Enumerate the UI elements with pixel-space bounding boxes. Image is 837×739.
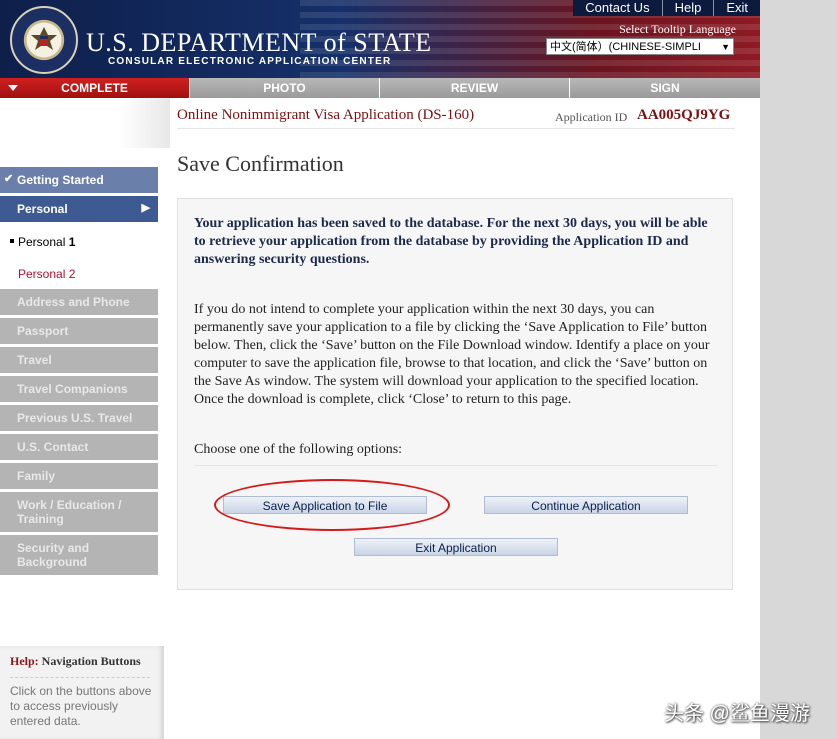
contact-us-link[interactable]: Contact Us [573,0,661,16]
sidebar-subitem-personal-1[interactable]: Personal 1 [0,225,158,257]
title-divider [177,128,735,129]
site-header: U.S. DEPARTMENT of STATE CONSULAR ELECTR… [0,0,760,78]
sidebar-item-number: 1 [68,235,76,249]
step-review: REVIEW [380,78,570,98]
application-title: Online Nonimmigrant Visa Application (DS… [177,107,475,123]
options-divider [194,465,718,466]
step-photo: PHOTO [190,78,380,98]
sidebar-item-label: Personal [18,235,66,249]
application-id: AA005QJ9YG [637,107,731,123]
sidebar-item-label: Personal [17,202,68,216]
department-title: U.S. DEPARTMENT of STATE [86,28,432,57]
step-sign: SIGN [570,78,760,98]
sidebar-item-previous-us-travel: Previous U.S. Travel [0,405,158,434]
sidebar-item-family: Family [0,463,158,492]
saved-message: Your application has been saved to the d… [194,216,708,267]
sidebar-subitem-personal-2[interactable]: Personal 2 [0,257,158,289]
chevron-right-icon: ▶ [141,202,150,214]
sidebar-nav: ✔ Getting Started Personal ▶ Personal 1 … [0,167,158,578]
exit-application-button[interactable]: Exit Application [354,538,558,556]
progress-steps: COMPLETE PHOTO REVIEW SIGN [0,78,760,98]
help-text: Click on the buttons above to access pre… [10,684,152,728]
sidebar-item-label: Getting Started [17,173,104,187]
sidebar-item-travel: Travel [0,347,158,376]
page-title: Save Confirmation [177,151,344,176]
application-id-label: Application ID [555,110,628,124]
watermark-text: 头条 @鲨鱼漫游 [664,703,810,725]
tooltip-language-label: Select Tooltip Language [619,22,736,36]
help-topic: Navigation Buttons [41,654,141,668]
department-subtitle: CONSULAR ELECTRONIC APPLICATION CENTER [108,56,392,67]
help-heading: Help: Navigation Buttons [0,646,164,669]
help-label: Help: [10,654,39,668]
sidebar-item-work-education: Work / Education / Training [0,492,158,535]
tooltip-language-value: 中文(简体）(CHINESE-SIMPLI [550,41,701,53]
right-gutter [760,0,837,739]
save-confirmation-panel: Your application has been saved to the d… [177,198,733,590]
checkmark-icon: ✔ [4,173,14,185]
tooltip-language-select[interactable]: 中文(简体）(CHINESE-SIMPLI ▼ [546,38,734,55]
sidebar-item-travel-companions: Travel Companions [0,376,158,405]
sidebar-item-passport: Passport [0,318,158,347]
exit-link[interactable]: Exit [713,0,760,16]
chevron-down-icon: ▼ [721,42,730,52]
save-instructions: If you do not intend to complete your ap… [194,302,710,407]
sidebar-item-getting-started[interactable]: ✔ Getting Started [0,167,158,196]
sidebar-item-us-contact: U.S. Contact [0,434,158,463]
annotation-circle [214,479,450,531]
step-complete: COMPLETE [0,78,190,98]
choose-options-text: Choose one of the following options: [194,442,403,457]
help-link[interactable]: Help [661,0,714,16]
continue-application-button[interactable]: Continue Application [484,496,688,514]
sidebar-item-address-phone: Address and Phone [0,289,158,318]
top-links: Contact Us Help Exit [573,0,760,16]
nav-shade [0,98,170,148]
help-box: Help: Navigation Buttons Click on the bu… [0,646,164,739]
sidebar-item-personal[interactable]: Personal ▶ [0,196,158,225]
state-department-seal-icon [10,6,78,74]
sidebar-item-security-background: Security and Background [0,535,158,578]
